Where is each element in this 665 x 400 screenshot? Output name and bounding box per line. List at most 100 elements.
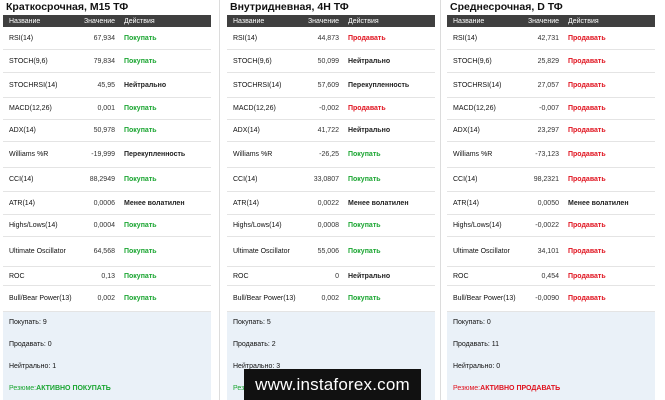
indicator-name: ROC: [9, 272, 25, 280]
indicator-value: 0: [335, 272, 339, 280]
table-row: Bull/Bear Power(13) -0,0090 Продавать: [447, 286, 655, 312]
indicator-action: Продавать: [568, 272, 606, 280]
indicator-name: ATR(14): [453, 199, 479, 207]
indicator-action: Перекупленность: [348, 81, 410, 89]
table-row: RSI(14) 67,934 Покупать: [3, 27, 211, 50]
indicator-action: Перекупленность: [124, 151, 186, 158]
table-row: Bull/Bear Power(13) 0,002 Покупать: [227, 286, 435, 312]
summary-sell: Продавать: 2: [233, 341, 276, 348]
indicator-action: Продавать: [568, 81, 606, 89]
indicator-value: -0,007: [539, 105, 559, 112]
table-row: ATR(14) 0,0006 Менее волатилен: [3, 192, 211, 215]
summary-buy: Покупать: 9: [9, 319, 47, 326]
table-row: Williams %R -26,25 Покупать: [227, 142, 435, 168]
indicator-name: Williams %R: [9, 151, 49, 158]
header-value: Значение: [527, 17, 559, 25]
summary-neutral: Нейтрально: 1: [9, 363, 57, 370]
indicator-value: 41,722: [317, 127, 339, 134]
indicator-name: MACD(12,26): [233, 105, 276, 112]
panel-title: Внутридневная, 4Н ТФ: [230, 1, 349, 13]
indicator-name: STOCH(9,6): [453, 57, 492, 65]
summary-block: Покупать: 0 Продавать: 11 Нейтрально: 0 Рез…: [447, 312, 655, 400]
summary-resume: Резюме:АКТИВНО ПРОДАВАТЬ: [453, 378, 655, 400]
indicator-value: -0,0022: [535, 222, 559, 229]
indicator-value: 0,13: [101, 272, 115, 280]
indicator-value: 57,609: [317, 81, 339, 89]
indicator-name: ROC: [233, 272, 249, 280]
indicator-action: Менее волатилен: [348, 199, 409, 207]
panel-title: Краткосрочная, М15 ТФ: [6, 1, 129, 13]
indicator-value: 0,0004: [93, 222, 115, 229]
table-row: MACD(12,26) -0,007 Продавать: [447, 98, 655, 120]
table-row: Williams %R -19,999 Перекупленность: [3, 142, 211, 168]
header-action: Действия: [124, 17, 155, 25]
indicator-name: RSI(14): [233, 34, 258, 42]
table-row: ADX(14) 50,978 Покупать: [3, 120, 211, 142]
indicator-action: Покупать: [348, 222, 381, 229]
indicator-name: ATR(14): [233, 199, 259, 207]
table-row: CCI(14) 88,2949 Покупать: [3, 168, 211, 192]
summary-resume: Резюме:АКТИВНО ПОКУПАТЬ: [9, 378, 211, 400]
indicator-value: 0,002: [321, 295, 339, 302]
indicator-name: Highs/Lows(14): [9, 222, 58, 229]
panel-separator: [440, 0, 441, 400]
indicator-name: Williams %R: [453, 151, 493, 158]
header-action: Действия: [568, 17, 599, 25]
indicator-value: 25,829: [537, 57, 559, 65]
indicator-action: Покупать: [124, 34, 157, 42]
indicator-action: Менее волатилен: [568, 199, 629, 207]
table-row: MACD(12,26) -0,002 Продавать: [227, 98, 435, 120]
indicator-name: CCI(14): [453, 176, 478, 183]
indicator-value: 79,834: [93, 57, 115, 65]
table-row: CCI(14) 98,2321 Продавать: [447, 168, 655, 192]
table-row: Highs/Lows(14) 0,0004 Покупать: [3, 215, 211, 237]
header-name: Название: [233, 17, 265, 25]
indicator-action: Покупать: [124, 248, 157, 255]
table-row: ADX(14) 41,722 Нейтрально: [227, 120, 435, 142]
indicator-action: Покупать: [348, 176, 381, 183]
indicator-action: Продавать: [568, 34, 606, 42]
panel-m15: Краткосрочная, М15 ТФ Название Значение Дей…: [3, 0, 211, 400]
indicator-value: 0,0022: [317, 199, 339, 207]
indicator-value: 27,057: [537, 81, 559, 89]
indicator-name: Ultimate Oscillator: [233, 248, 290, 255]
table-row: Ultimate Oscillator 64,568 Покупать: [3, 237, 211, 267]
indicator-name: STOCHRSI(14): [233, 81, 282, 89]
table-row: Ultimate Oscillator 55,006 Покупать: [227, 237, 435, 267]
summary-buy: Покупать: 0: [453, 319, 491, 326]
table-row: Ultimate Oscillator 34,101 Продавать: [447, 237, 655, 267]
indicator-action: Продавать: [568, 151, 606, 158]
indicator-value: 42,731: [537, 34, 559, 42]
table-row: STOCH(9,6) 79,834 Покупать: [3, 50, 211, 73]
table-header: Название Значение Действия: [227, 15, 435, 27]
resume-value: АКТИВНО ПОКУПАТЬ: [36, 385, 111, 392]
indicator-value: -19,999: [91, 151, 115, 158]
indicator-name: CCI(14): [9, 176, 34, 183]
indicator-name: ROC: [453, 272, 469, 280]
table-row: ADX(14) 23,297 Продавать: [447, 120, 655, 142]
indicator-action: Покупать: [124, 272, 157, 280]
indicator-value: 67,934: [93, 34, 115, 42]
resume-label: Резюме:: [453, 385, 481, 392]
table-header: Название Значение Действия: [447, 15, 655, 27]
indicator-action: Продавать: [568, 248, 606, 255]
indicator-value: 55,006: [317, 248, 339, 255]
indicator-name: Highs/Lows(14): [453, 222, 502, 229]
indicator-name: Ultimate Oscillator: [453, 248, 510, 255]
indicator-value: 88,2949: [89, 176, 115, 183]
indicator-value: 45,95: [97, 81, 115, 89]
indicator-name: STOCHRSI(14): [9, 81, 58, 89]
indicator-value: 33,0807: [313, 176, 339, 183]
indicator-action: Покупать: [124, 105, 157, 112]
indicator-action: Покупать: [348, 248, 381, 255]
header-value: Значение: [307, 17, 339, 25]
indicator-value: 50,099: [317, 57, 339, 65]
summary-sell: Продавать: 0: [9, 341, 52, 348]
header-name: Название: [9, 17, 41, 25]
indicator-name: Williams %R: [233, 151, 273, 158]
indicator-action: Покупать: [348, 151, 381, 158]
indicator-action: Продавать: [568, 295, 606, 302]
table-row: STOCH(9,6) 50,099 Нейтрально: [227, 50, 435, 73]
indicator-value: 0,002: [97, 295, 115, 302]
indicator-value: -0,002: [319, 105, 339, 112]
